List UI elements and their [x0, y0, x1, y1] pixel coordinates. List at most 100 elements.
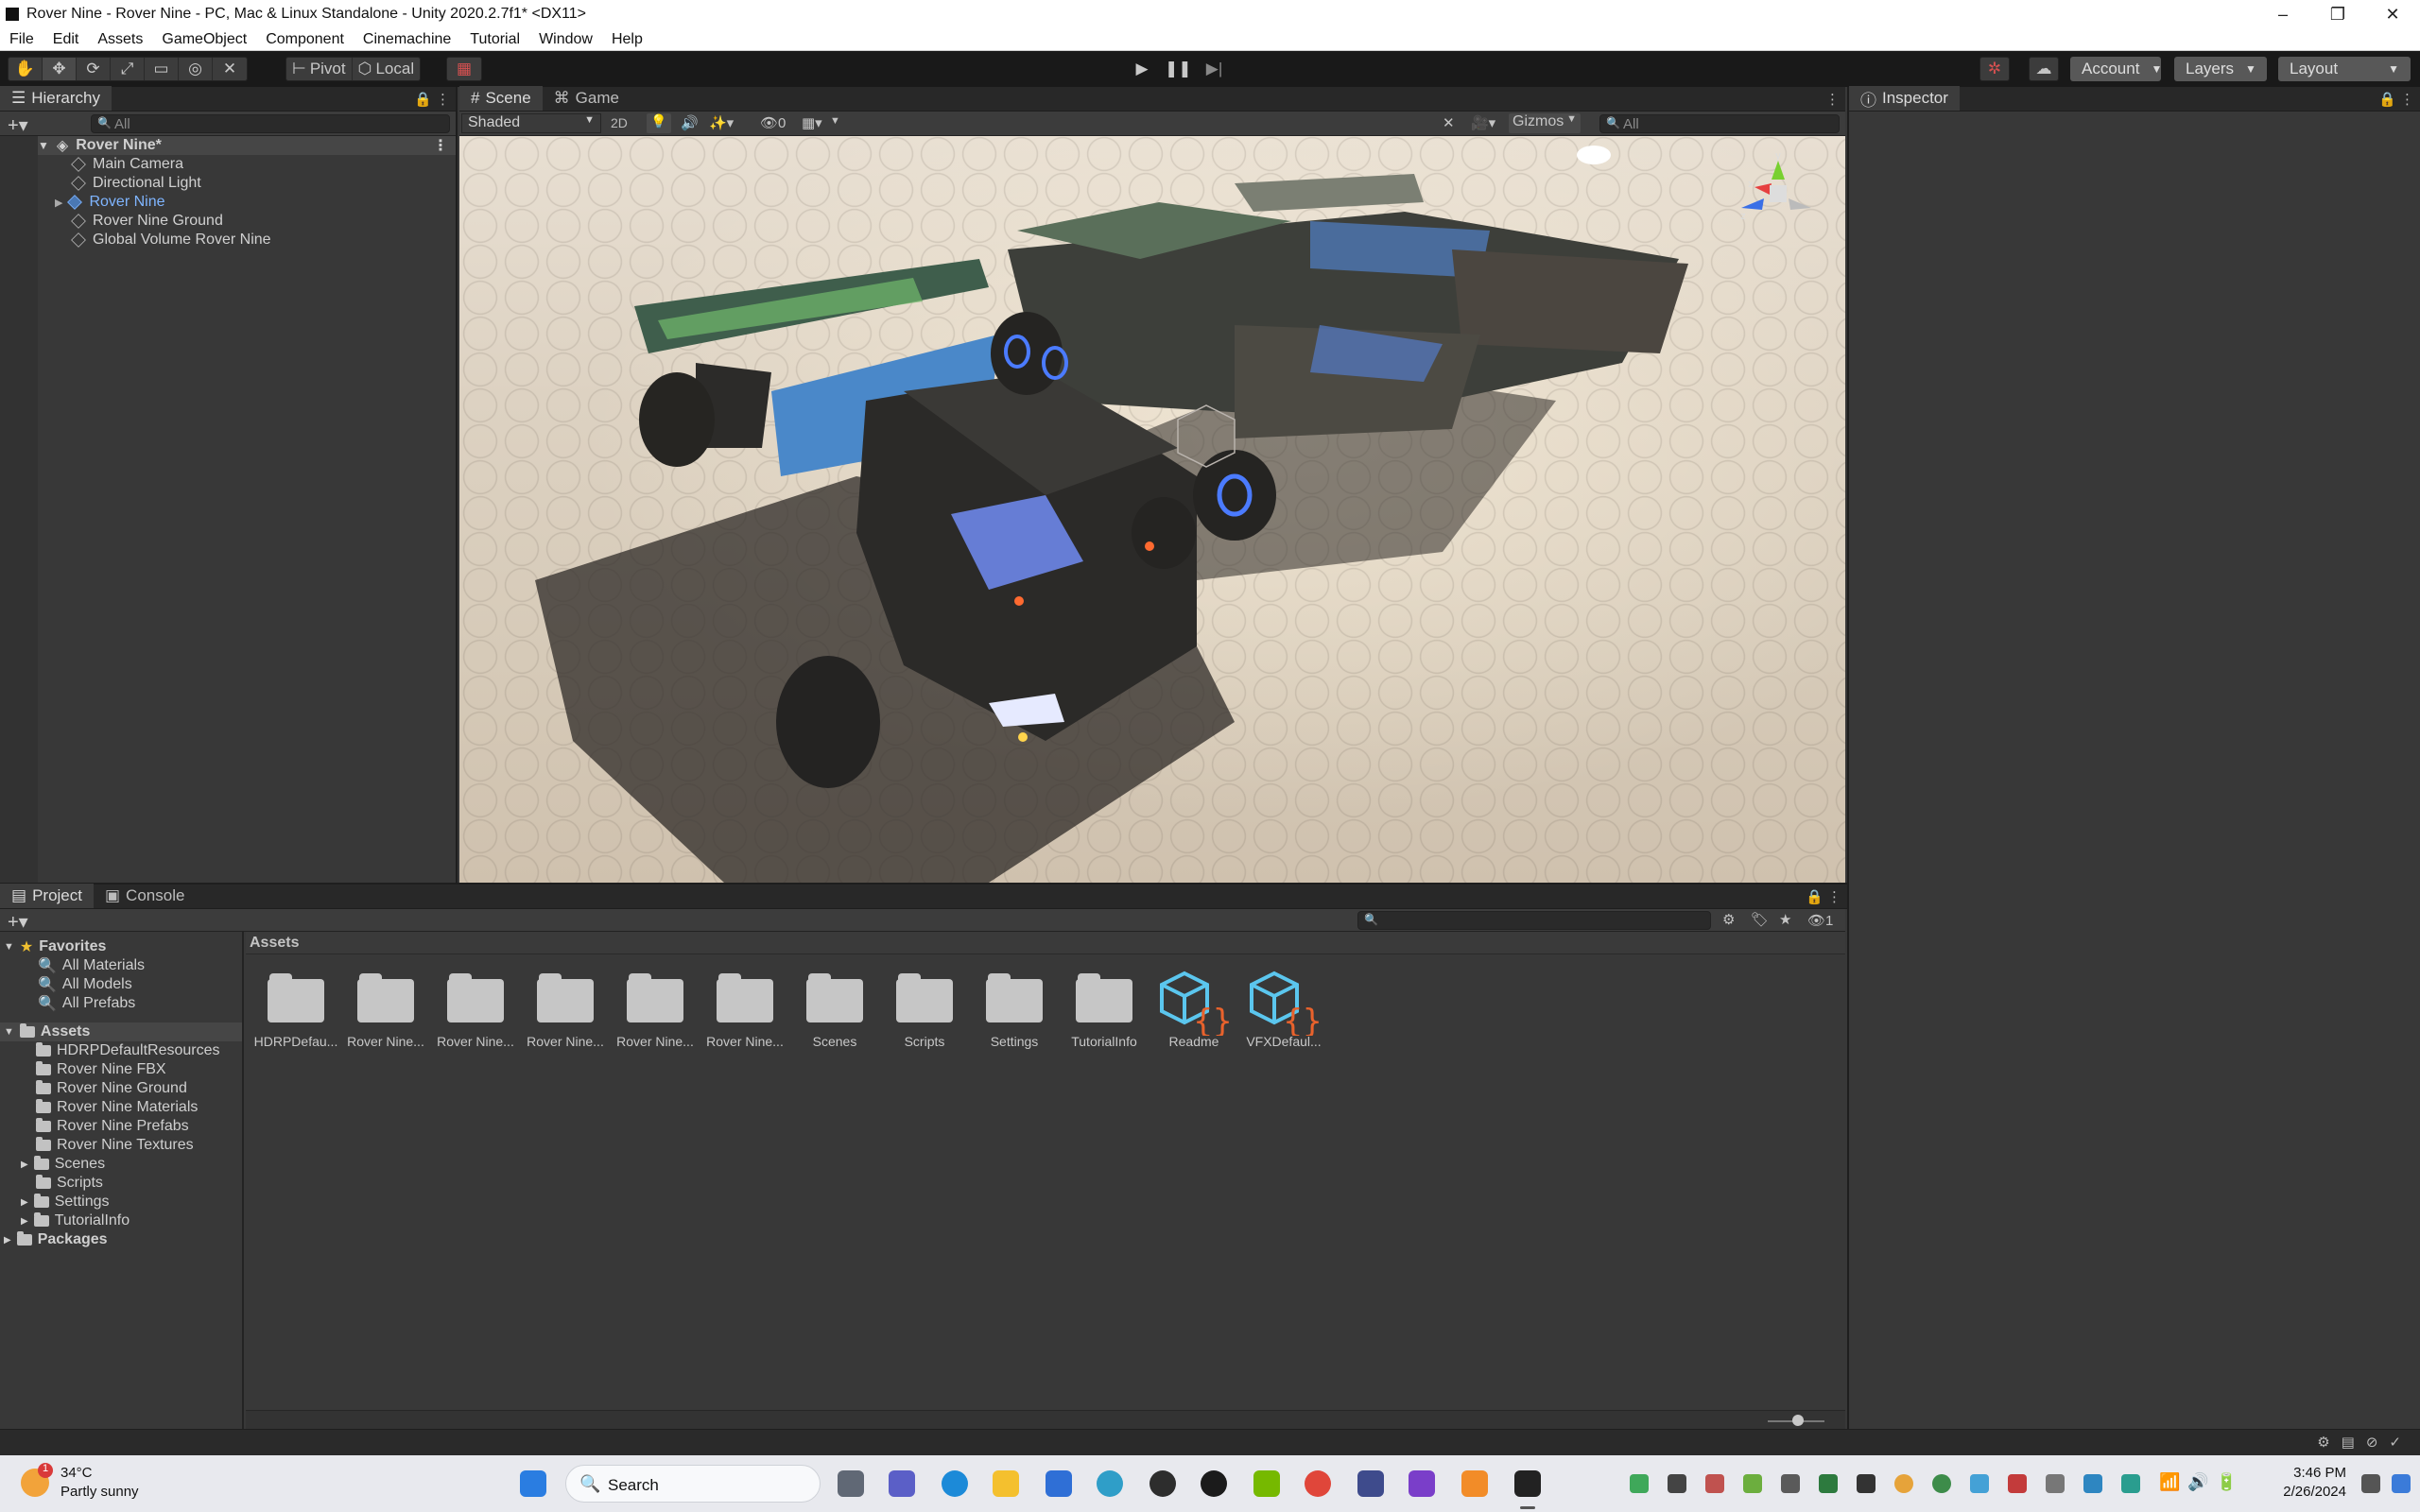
- tray-icon[interactable]: [2121, 1474, 2140, 1493]
- hierarchy-lock-icon[interactable]: 🔒 ⋮: [414, 91, 450, 108]
- tab-scene[interactable]: # Scene: [459, 86, 543, 111]
- battery-icon[interactable]: 🔋: [2216, 1472, 2237, 1492]
- collab-icon[interactable]: ✲: [1979, 57, 2010, 81]
- filter-label-icon[interactable]: 🏷: [1751, 911, 1769, 928]
- grid-folder[interactable]: Settings: [972, 970, 1057, 1049]
- menu-window[interactable]: Window: [529, 31, 602, 48]
- scene-visibility-icon[interactable]: 👁0: [760, 114, 786, 131]
- favorite-item[interactable]: 🔍 All Materials: [38, 956, 145, 975]
- assets-root[interactable]: ▼ Assets: [0, 1022, 242, 1041]
- asset-folder[interactable]: Rover Nine FBX: [36, 1060, 166, 1079]
- asset-folder[interactable]: Rover Nine Prefabs: [36, 1117, 189, 1136]
- notification-icon[interactable]: [2361, 1474, 2380, 1493]
- tab-inspector[interactable]: ⓘ Inspector: [1849, 86, 1960, 111]
- app-icon[interactable]: [1201, 1470, 1227, 1497]
- tray-icon[interactable]: [2083, 1474, 2102, 1493]
- lighting-toggle-icon[interactable]: 💡: [647, 113, 671, 133]
- edge-icon[interactable]: [942, 1470, 968, 1497]
- clipchamp-icon[interactable]: [1409, 1470, 1435, 1497]
- grid-folder[interactable]: HDRPDefau...: [253, 970, 338, 1049]
- menu-edit[interactable]: Edit: [43, 31, 89, 48]
- app-icon[interactable]: [1097, 1470, 1123, 1497]
- menu-component[interactable]: Component: [256, 31, 354, 48]
- hand-tool-icon[interactable]: ✋: [9, 58, 43, 80]
- gizmos-dropdown[interactable]: Gizmos ▼: [1509, 113, 1581, 133]
- snipping-tool-icon[interactable]: [1357, 1470, 1384, 1497]
- create-button[interactable]: +▾: [8, 910, 28, 934]
- shading-dropdown[interactable]: Shaded ▼: [461, 113, 601, 133]
- hierarchy-item-prefab[interactable]: ▶ Rover Nine: [55, 193, 165, 212]
- clock-date[interactable]: 2/26/2024: [2252, 1484, 2346, 1500]
- tray-icon[interactable]: [1970, 1474, 1989, 1493]
- add-button[interactable]: +▾: [8, 113, 28, 137]
- wifi-icon[interactable]: 📶: [2159, 1472, 2180, 1492]
- asset-folder[interactable]: ▶ Settings: [21, 1193, 110, 1211]
- chevron-down-icon[interactable]: ▼: [830, 115, 840, 127]
- grid-folder[interactable]: Scripts: [882, 970, 967, 1049]
- hierarchy-item[interactable]: Global Volume Rover Nine: [71, 231, 271, 249]
- scene-search[interactable]: 🔍 All: [1599, 114, 1840, 133]
- tray-icon[interactable]: [2046, 1474, 2065, 1493]
- grid-snap-icon[interactable]: ▦: [447, 58, 481, 80]
- xbox-icon[interactable]: [1668, 1474, 1686, 1493]
- menu-file[interactable]: File: [0, 31, 43, 48]
- task-view-icon[interactable]: [838, 1470, 864, 1497]
- asset-folder[interactable]: Scripts: [36, 1174, 103, 1193]
- layout-dropdown[interactable]: Layout ▼: [2278, 57, 2411, 81]
- volume-icon[interactable]: 🔊: [2187, 1472, 2208, 1492]
- tray-icon[interactable]: [1894, 1474, 1913, 1493]
- breadcrumb[interactable]: Assets: [246, 932, 1845, 954]
- favorite-item[interactable]: 🔍 All Models: [38, 975, 132, 994]
- grid-toggle-icon[interactable]: ▦▾: [802, 114, 822, 131]
- project-lock-icon[interactable]: 🔒 ⋮: [1806, 888, 1841, 905]
- grid-folder[interactable]: Scenes: [792, 970, 877, 1049]
- layers-dropdown[interactable]: Layers ▼: [2174, 57, 2267, 81]
- local-button[interactable]: ⬡ Local: [353, 58, 420, 80]
- scene-row[interactable]: ▼ ◈ Rover Nine* ⋮: [38, 136, 456, 155]
- visual-studio-icon[interactable]: [1781, 1474, 1800, 1493]
- grid-asset[interactable]: {} VFXDefaul...: [1241, 970, 1326, 1049]
- tab-game[interactable]: ⌘ Game: [543, 86, 631, 111]
- packages-root[interactable]: ▶ Packages: [4, 1230, 108, 1249]
- tab-console[interactable]: ▣ Console: [94, 884, 196, 908]
- rect-tool-icon[interactable]: ▭: [145, 58, 179, 80]
- menu-assets[interactable]: Assets: [88, 31, 152, 48]
- cloud-icon[interactable]: ☁: [2029, 57, 2059, 81]
- grid-folder[interactable]: Rover Nine...: [523, 970, 608, 1049]
- play-button-icon[interactable]: ▶: [1125, 58, 1159, 80]
- scene-menu-icon[interactable]: ⋮: [433, 136, 448, 155]
- grid-folder[interactable]: Rover Nine...: [702, 970, 787, 1049]
- unity-taskbar-icon[interactable]: [1514, 1470, 1541, 1497]
- tab-hierarchy[interactable]: ☰ Hierarchy: [0, 86, 112, 111]
- account-dropdown[interactable]: Account ▼: [2070, 57, 2162, 81]
- scene-menu-icon[interactable]: ⋮: [1825, 91, 1840, 108]
- step-button-icon[interactable]: ▶|: [1198, 58, 1232, 80]
- pivot-button[interactable]: ⊢ Pivot: [286, 58, 353, 80]
- grid-folder[interactable]: Rover Nine...: [343, 970, 428, 1049]
- pause-button-icon[interactable]: ❚❚: [1159, 58, 1198, 80]
- orientation-gizmo[interactable]: y x z: [1736, 149, 1821, 225]
- effects-toggle-icon[interactable]: ✨▾: [709, 114, 734, 131]
- asset-folder[interactable]: Rover Nine Textures: [36, 1136, 194, 1155]
- menu-gameobject[interactable]: GameObject: [152, 31, 256, 48]
- copilot-icon[interactable]: [2392, 1474, 2411, 1493]
- tray-icon[interactable]: [1857, 1474, 1876, 1493]
- alienware-icon[interactable]: [1150, 1470, 1176, 1497]
- move-tool-icon[interactable]: ✥: [43, 58, 77, 80]
- menu-tutorial[interactable]: Tutorial: [460, 31, 529, 48]
- tools-icon[interactable]: ✕: [1443, 114, 1455, 131]
- grid-asset[interactable]: {} Readme: [1151, 970, 1236, 1049]
- restore-button[interactable]: ❐: [2310, 0, 2365, 28]
- menu-help[interactable]: Help: [602, 31, 652, 48]
- grid-folder[interactable]: Rover Nine...: [433, 970, 518, 1049]
- asset-folder[interactable]: ▶ Scenes: [21, 1155, 105, 1174]
- minimize-button[interactable]: –: [2256, 0, 2310, 28]
- tray-icon[interactable]: [1819, 1474, 1838, 1493]
- nvidia-icon[interactable]: [1253, 1470, 1280, 1497]
- rotate-tool-icon[interactable]: ⟳: [77, 58, 111, 80]
- asset-folder[interactable]: HDRPDefaultResources: [36, 1041, 220, 1060]
- status-icons[interactable]: ⚙▤⊘✓: [2317, 1434, 2412, 1451]
- camera-icon[interactable]: 🎥▾: [1471, 114, 1495, 131]
- transform-tool-icon[interactable]: ◎: [179, 58, 213, 80]
- custom-tool-icon[interactable]: ✕: [213, 58, 247, 80]
